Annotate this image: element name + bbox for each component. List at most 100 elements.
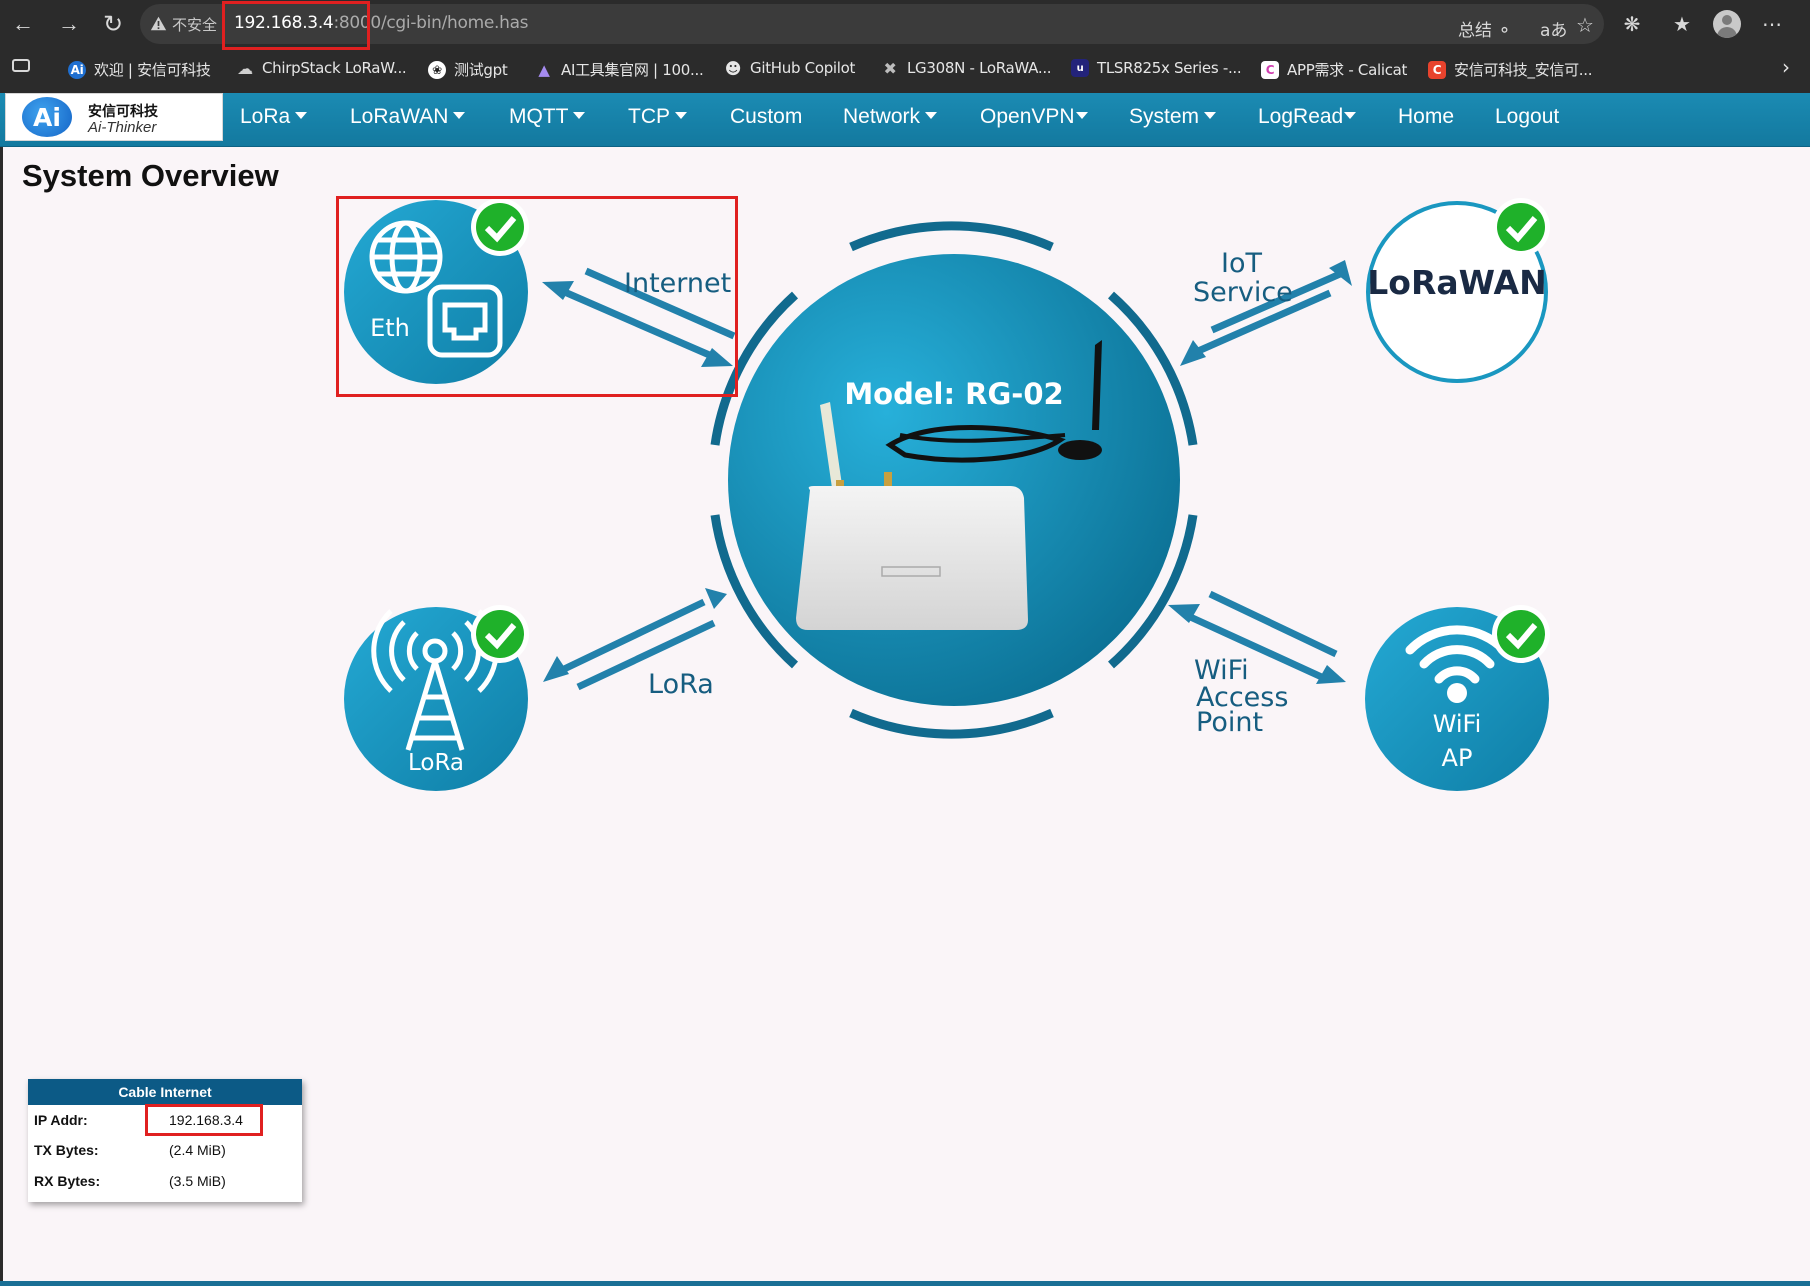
rx-label: RX Bytes: [34,1173,101,1189]
bookmark-label: ChirpStack LoRaW... [262,59,407,77]
caret-down-icon [1344,112,1357,119]
menu-openvpn[interactable]: OpenVPN [980,105,1088,129]
bookmark-item-6[interactable]: u TLSR825x Series -... [1071,59,1242,77]
favorites-icon[interactable]: ★ [1668,10,1696,38]
url-highlight-box [222,1,370,50]
wifi-node-label-1: WiFi [1433,710,1482,738]
extensions-icon[interactable]: ❋ [1618,10,1646,38]
caret-down-icon [675,112,687,119]
menu-logout[interactable]: Logout [1495,105,1559,129]
menu-mqtt[interactable]: MQTT [509,105,586,129]
caret-down-icon [925,112,938,119]
browser-chrome: ← → ↻ 不安全 192.168.3.4:8000/cgi-bin/home.… [0,0,1810,93]
ip-highlight-box [145,1104,263,1136]
menu-network[interactable]: Network [843,105,938,129]
check-badge-icon [1492,198,1550,256]
reload-icon[interactable]: ↻ [97,8,129,40]
bookmark-label: 测试gpt [454,61,508,79]
menu-label: System [1129,105,1200,128]
bookmark-item-4[interactable]: ☻ GitHub Copilot [724,58,856,78]
caret-down-icon [1075,112,1088,119]
model-label: Model: RG-02 [844,377,1063,411]
logo-en-text: Ai-Thinker [88,119,157,136]
ai-tools-icon: ▲ [538,60,550,79]
bookmark-item-5[interactable]: ✖ LG308N - LoRaWA... [881,58,1051,78]
iot-label-line-1: IoT [1221,248,1262,279]
lora-arrow-label: LoRa [648,669,714,700]
caret-down-icon [573,112,586,119]
rx-value: (3.5 MiB) [169,1173,226,1189]
not-secure-label[interactable]: 不安全 [172,14,217,35]
menu-logread[interactable]: LogRead [1258,105,1357,129]
tx-value: (2.4 MiB) [169,1142,226,1158]
bookmark-label: 欢迎 | 安信可科技 [94,61,211,79]
profile-avatar[interactable] [1713,10,1741,38]
menu-label: Logout [1495,105,1560,128]
ip-label: IP Addr: [34,1112,88,1128]
menu-lora[interactable]: LoRa [240,105,308,129]
menu-label: LoRa [240,105,291,128]
menu-label: LogRead [1258,105,1344,128]
menu-system[interactable]: System [1129,105,1217,129]
site-logo[interactable]: Ai 安信可科技 Ai-Thinker [5,93,223,141]
check-badge-icon [1492,605,1550,663]
iot-label-line-2: Service [1193,277,1293,308]
csdn-icon: C [1428,60,1446,79]
bookmark-item-1[interactable]: ☁ ChirpStack LoRaW... [236,58,407,78]
caret-down-icon [453,112,466,119]
telink-icon: u [1071,59,1089,77]
summary-label: 总结 [1458,21,1492,41]
wifi-label-line-1: WiFi [1194,655,1249,686]
back-icon[interactable]: ← [7,8,39,40]
logo-cn-text: 安信可科技 [88,104,158,120]
menu-label: Network [843,105,921,128]
menu-label: LoRaWAN [350,105,449,128]
menu-custom[interactable]: Custom [730,105,802,129]
gateway-hub [710,221,1198,739]
more-menu-icon[interactable]: ⋯ [1758,10,1786,38]
caret-down-icon [1204,112,1217,119]
cable-internet-card: Cable Internet IP Addr: 192.168.3.4 TX B… [28,1079,302,1202]
openai-icon: ❀ [428,60,446,79]
copilot-icon: ☻ [724,58,742,78]
cloud-icon: ☁ [237,58,253,78]
iot-arrow-icon [1180,260,1352,366]
menu-label: OpenVPN [980,105,1075,128]
bookmark-label: TLSR825x Series -... [1097,59,1242,77]
url-path: /cgi-bin/home.has [380,13,529,33]
bookmarks-bar: Ai 欢迎 | 安信可科技 ☁ ChirpStack LoRaW... ❀ 测试gpt… [0,48,1810,93]
menu-tcp[interactable]: TCP [628,105,687,129]
tab-actions-icon[interactable] [12,59,30,72]
summary-icon: ⚬ [1497,21,1512,41]
dragino-icon: ✖ [883,58,897,78]
calicat-icon: C [1261,60,1279,79]
ai-thinker-icon: Ai [68,60,86,79]
bookmark-label: GitHub Copilot [750,59,856,77]
bookmark-item-7[interactable]: C APP需求 - Calicat [1261,59,1407,80]
card-title: Cable Internet [28,1079,302,1105]
menu-home[interactable]: Home [1398,105,1454,129]
tx-label: TX Bytes: [34,1142,99,1158]
translate-icon[interactable]: aあ [1540,16,1567,41]
menu-lorawan[interactable]: LoRaWAN [350,105,466,129]
caret-down-icon [295,112,308,119]
bookmark-item-0[interactable]: Ai 欢迎 | 安信可科技 [68,59,211,80]
bookmark-item-2[interactable]: ❀ 测试gpt [428,59,508,80]
bookmarks-overflow-chevron-icon[interactable]: › [1782,55,1790,79]
eth-highlight-box [336,196,738,397]
bookmark-label: APP需求 - Calicat [1287,61,1408,79]
forward-icon[interactable]: → [53,8,85,40]
summary-button[interactable]: 总结 ⚬ [1458,16,1512,41]
bookmark-item-8[interactable]: C 安信可科技_安信可... [1428,59,1593,80]
wifi-node-label-2: AP [1442,744,1473,772]
warning-icon [150,16,167,31]
menu-label: TCP [628,105,670,128]
system-overview-diagram: Model: RG-02 Eth LoRa LoRaWAN WiFi AP [344,198,1550,791]
logo-mark: Ai [22,97,72,137]
menu-label: Custom [730,105,803,128]
bookmark-label: AI工具集官网 | 100... [561,61,704,79]
page-title: System Overview [22,158,279,193]
favorite-star-icon[interactable]: ☆ [1576,13,1594,37]
bookmark-item-3[interactable]: ▲ AI工具集官网 | 100... [535,59,703,80]
lorawan-logo: LoRaWAN [1367,263,1546,302]
